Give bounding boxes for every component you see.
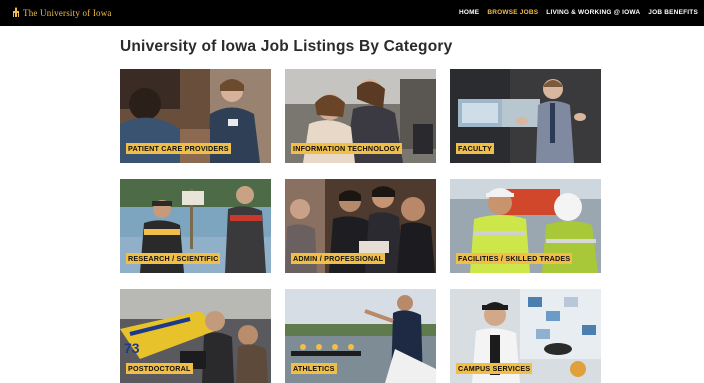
category-label: FACILITIES / SKILLED TRADES [456, 253, 573, 264]
category-label: FACULTY [456, 143, 495, 154]
category-label: ATHLETICS [291, 363, 337, 374]
nav-living-working[interactable]: LIVING & WORKING @ IOWA [546, 9, 640, 16]
category-tile-admin-professional[interactable]: ADMIN / PROFESSIONAL [285, 179, 436, 273]
category-tile-faculty[interactable]: FACULTY [450, 69, 601, 163]
nav-job-benefits[interactable]: JOB BENEFITS [648, 9, 698, 16]
category-tile-postdoctoral[interactable]: 73 POSTDOCTORAL [120, 289, 271, 383]
old-capitol-icon [13, 7, 19, 17]
nav-browse-jobs[interactable]: BROWSE JOBS [487, 9, 538, 16]
category-label: POSTDOCTORAL [126, 363, 193, 374]
university-logo[interactable]: The University of Iowa [12, 7, 112, 18]
category-label: INFORMATION TECHNOLOGY [291, 143, 403, 154]
category-tile-information-technology[interactable]: INFORMATION TECHNOLOGY [285, 69, 436, 163]
nav-home[interactable]: HOME [459, 9, 479, 16]
category-grid: PATIENT CARE PROVIDERS INFORMATION TECHN… [120, 69, 601, 383]
category-label: CAMPUS SERVICES [456, 363, 533, 374]
category-tile-facilities-skilled-trades[interactable]: FACILITIES / SKILLED TRADES [450, 179, 601, 273]
category-tile-patient-care[interactable]: PATIENT CARE PROVIDERS [120, 69, 271, 163]
category-tile-campus-services[interactable]: CAMPUS SERVICES [450, 289, 601, 383]
svg-text:73: 73 [124, 340, 140, 356]
page-title: University of Iowa Job Listings By Categ… [120, 38, 453, 55]
category-label: ADMIN / PROFESSIONAL [291, 253, 386, 264]
category-label: RESEARCH / SCIENTIFIC [126, 253, 221, 264]
category-tile-research-scientific[interactable]: RESEARCH / SCIENTIFIC [120, 179, 271, 273]
top-navigation-bar: The University of Iowa HOME BROWSE JOBS … [0, 0, 704, 26]
category-label: PATIENT CARE PROVIDERS [126, 143, 231, 154]
category-tile-athletics[interactable]: ATHLETICS [285, 289, 436, 383]
brand-name: The University of Iowa [23, 7, 112, 18]
main-nav: HOME BROWSE JOBS LIVING & WORKING @ IOWA… [459, 9, 698, 16]
